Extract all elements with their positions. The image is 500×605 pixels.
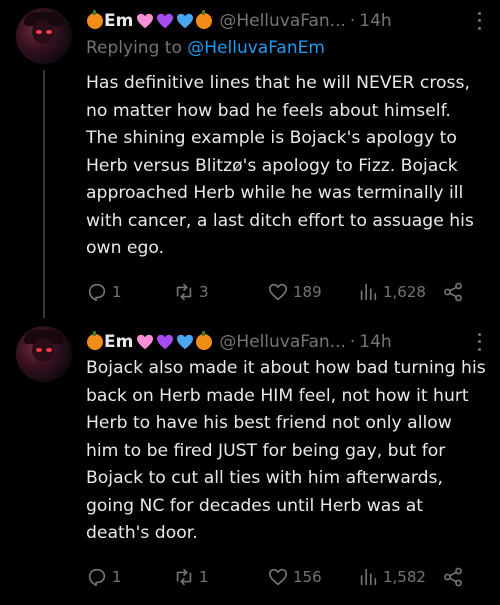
tweet-actions: 1 1 156 1,582: [86, 565, 486, 589]
views-button[interactable]: 1,582: [357, 565, 426, 589]
tweet[interactable]: Em @HelluvaFan... · 14h Bojack also made…: [0, 318, 500, 605]
display-name[interactable]: Em: [104, 11, 133, 31]
handle[interactable]: @HelluvaFan...: [219, 332, 346, 352]
share-icon: [444, 282, 462, 302]
tweet[interactable]: Em @HelluvaFan... · 14h Replying to @Hel…: [0, 0, 500, 318]
avatar[interactable]: [16, 8, 72, 64]
tweet-header: Em @HelluvaFan... · 14h: [86, 331, 392, 353]
blue-heart-icon: [176, 13, 194, 29]
views-button[interactable]: 1,628: [357, 280, 426, 304]
handle[interactable]: @HelluvaFan...: [219, 11, 346, 31]
repost-count: 1: [199, 568, 209, 586]
more-options-icon[interactable]: [476, 10, 482, 32]
replying-label: Replying to: [86, 38, 182, 58]
repost-count: 3: [199, 283, 209, 301]
reply-count: 1: [112, 568, 122, 586]
tweet-text: Has definitive lines that he will NEVER …: [86, 73, 474, 258]
pumpkin-icon: [196, 331, 213, 350]
thread-line: [43, 70, 45, 318]
replying-to: Replying to @HelluvaFanEm: [86, 38, 325, 58]
purple-heart-icon: [156, 334, 174, 350]
views-icon: [360, 283, 377, 301]
heart-icon: [268, 283, 288, 301]
timestamp[interactable]: 14h: [359, 332, 391, 352]
repost-icon: [176, 568, 192, 586]
tweet-header: Em @HelluvaFan... · 14h: [86, 10, 392, 32]
tweet-text: Bojack also made it about how bad turnin…: [86, 358, 486, 543]
pink-heart-icon: [136, 334, 154, 350]
replying-mention-link[interactable]: @HelluvaFanEm: [187, 38, 325, 58]
more-options-icon[interactable]: [476, 331, 482, 353]
reply-button[interactable]: 1: [86, 280, 122, 304]
reply-count: 1: [112, 283, 122, 301]
reply-button[interactable]: 1: [86, 565, 122, 589]
like-count: 189: [293, 283, 322, 301]
view-count: 1,628: [383, 283, 426, 301]
reply-icon: [88, 568, 106, 587]
share-button[interactable]: [442, 280, 464, 304]
share-icon: [444, 567, 462, 587]
pumpkin-icon: [87, 331, 103, 350]
repost-icon: [176, 283, 192, 301]
pink-heart-icon: [136, 13, 154, 29]
view-count: 1,582: [383, 568, 426, 586]
repost-button[interactable]: 1: [173, 565, 209, 589]
separator-dot: ·: [349, 332, 356, 352]
share-button[interactable]: [442, 565, 464, 589]
views-icon: [360, 568, 377, 586]
tweet-actions: 1 3 189 1,628: [86, 280, 486, 304]
timestamp[interactable]: 14h: [359, 11, 391, 31]
purple-heart-icon: [156, 13, 174, 29]
avatar[interactable]: [16, 326, 72, 382]
like-button[interactable]: 189: [267, 280, 322, 304]
heart-icon: [268, 568, 288, 586]
pumpkin-icon: [87, 10, 103, 29]
separator-dot: ·: [349, 11, 356, 31]
blue-heart-icon: [176, 334, 194, 350]
reply-icon: [88, 283, 106, 302]
like-count: 156: [293, 568, 322, 586]
repost-button[interactable]: 3: [173, 280, 209, 304]
like-button[interactable]: 156: [267, 565, 322, 589]
pumpkin-icon: [196, 10, 213, 29]
display-name[interactable]: Em: [104, 332, 133, 352]
